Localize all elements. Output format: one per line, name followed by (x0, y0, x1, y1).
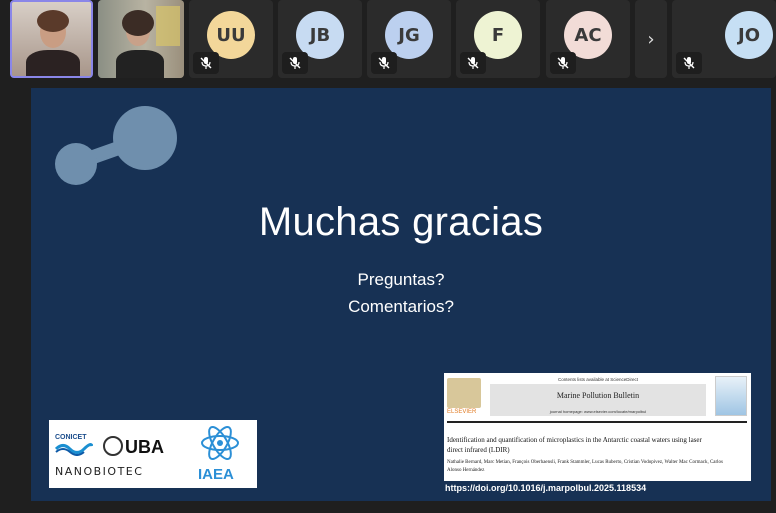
mic-off-icon (371, 52, 397, 74)
slide-line-1: Preguntas? (357, 270, 445, 289)
participant-tile-6[interactable]: F (456, 0, 540, 78)
uba-seal-icon (103, 436, 123, 456)
participant-tile-1[interactable] (10, 0, 93, 78)
participant-tile-5[interactable]: JG (367, 0, 451, 78)
mic-off-icon (676, 52, 702, 74)
molecule-icon (55, 106, 177, 185)
institution-logos: CONICET UBA NANOBIOTEC IAEA (49, 420, 257, 488)
journal-cover (715, 376, 747, 416)
participant-strip: UU JB JG F AC › JO (0, 0, 776, 84)
participant-tile-4[interactable]: JB (278, 0, 362, 78)
iaea-atom-icon (201, 426, 239, 460)
iaea-logo: IAEA (198, 466, 234, 483)
slide-title: Muchas gracias (258, 200, 544, 244)
conicet-wave-icon (55, 443, 93, 456)
mic-off-icon (550, 52, 576, 74)
participant-tile-2[interactable] (98, 0, 184, 78)
shared-slide: Muchas gracias Preguntas? Comentarios? C… (31, 88, 771, 501)
doi-link[interactable]: https://doi.org/10.1016/j.marpolbul.2025… (445, 483, 646, 493)
mic-off-icon (282, 52, 308, 74)
contents-line: Contents lists available at ScienceDirec… (557, 377, 639, 382)
journal-name: Marine Pollution Bulletin (556, 391, 640, 400)
participant-tile-3[interactable]: UU (189, 0, 273, 78)
mic-off-icon (193, 52, 219, 74)
participant-tile-7[interactable]: AC (546, 0, 630, 78)
nanobiotec-logo: NANOBIOTEC (55, 465, 144, 478)
article-title: Identification and quantification of mic… (447, 436, 702, 454)
mic-off-icon (460, 52, 486, 74)
elsevier-tree-icon (447, 378, 481, 408)
avatar: JO (725, 11, 773, 59)
uba-logo: UBA (125, 437, 164, 457)
journal-homepage: journal homepage: www.elsevier.com/locat… (549, 409, 647, 414)
publisher-name: ELSEVIER (447, 409, 477, 415)
slide-line-2: Comentarios? (348, 297, 454, 316)
article-authors: Nathalie Bernard, Marc Metian, François … (447, 460, 723, 473)
chevron-right-icon[interactable]: › (635, 0, 667, 78)
participant-tile-8[interactable]: JO (672, 0, 776, 78)
paper-reference: ELSEVIER Contents lists available at Sci… (444, 373, 751, 481)
conicet-logo: CONICET (55, 434, 87, 441)
